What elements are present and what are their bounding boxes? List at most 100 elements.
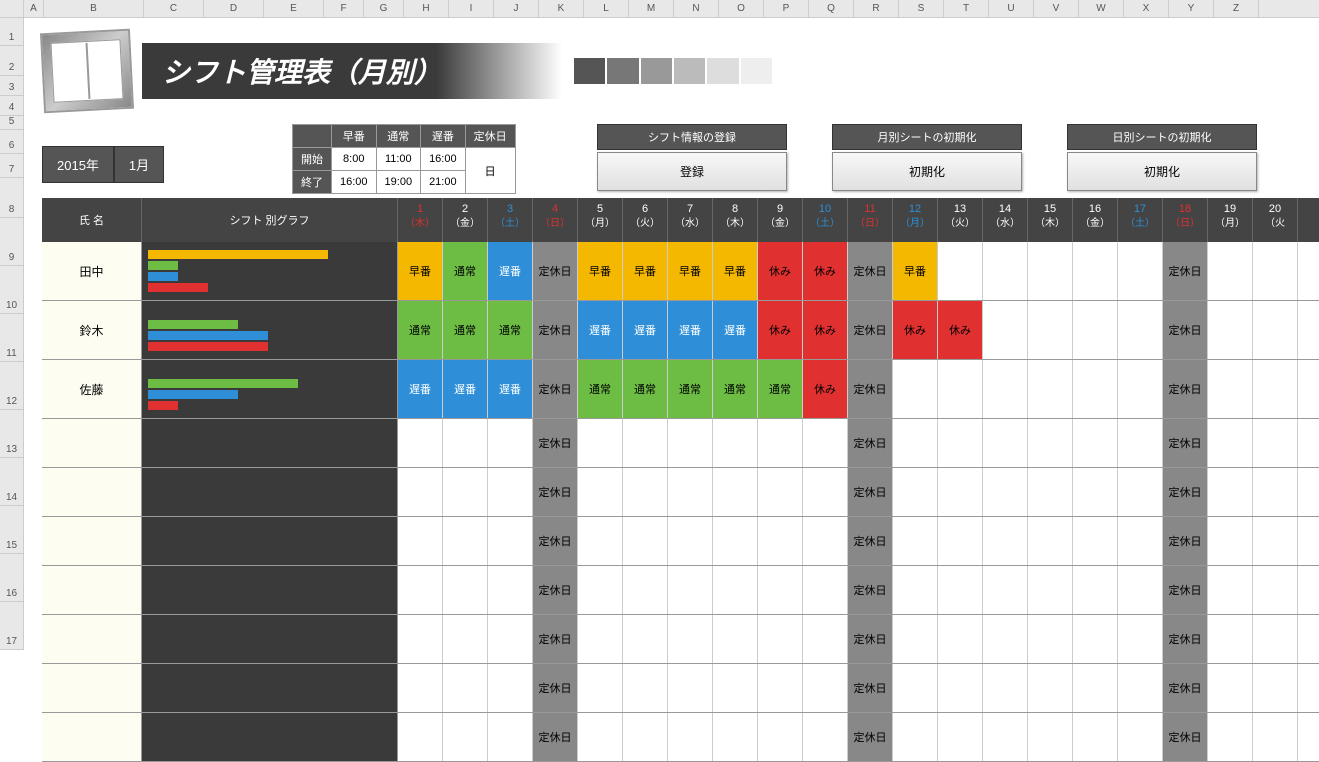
- shift-cell[interactable]: 早番: [893, 242, 938, 300]
- shift-cell[interactable]: [983, 664, 1028, 712]
- shift-cell[interactable]: [1028, 301, 1073, 359]
- shift-cell[interactable]: [1253, 713, 1298, 761]
- shift-cell[interactable]: 定休日: [848, 615, 893, 663]
- shift-cell[interactable]: 定休日: [848, 468, 893, 516]
- employee-name[interactable]: [42, 517, 142, 565]
- shift-cell[interactable]: [488, 517, 533, 565]
- register-button[interactable]: 登録: [597, 152, 787, 191]
- shift-cell[interactable]: [1073, 242, 1118, 300]
- shift-cell[interactable]: 定休日: [533, 242, 578, 300]
- shift-cell[interactable]: [1028, 615, 1073, 663]
- shift-cell[interactable]: [758, 713, 803, 761]
- shift-cell[interactable]: [1073, 468, 1118, 516]
- shift-cell[interactable]: [983, 517, 1028, 565]
- shift-cell[interactable]: [578, 615, 623, 663]
- shift-cell[interactable]: 遅番: [398, 360, 443, 418]
- shift-cell[interactable]: [1118, 517, 1163, 565]
- shift-cell[interactable]: [1208, 360, 1253, 418]
- shift-cell[interactable]: [1208, 517, 1253, 565]
- shift-cell[interactable]: 定休日: [848, 713, 893, 761]
- shift-cell[interactable]: [983, 713, 1028, 761]
- shift-cell[interactable]: [623, 566, 668, 614]
- shift-cell[interactable]: 定休日: [848, 360, 893, 418]
- shift-cell[interactable]: 休み: [803, 360, 848, 418]
- shift-cell[interactable]: [1118, 615, 1163, 663]
- start-early[interactable]: 8:00: [332, 148, 377, 171]
- shift-cell[interactable]: [1118, 468, 1163, 516]
- shift-cell[interactable]: [1208, 664, 1253, 712]
- shift-cell[interactable]: [1118, 419, 1163, 467]
- shift-cell[interactable]: 通常: [398, 301, 443, 359]
- shift-cell[interactable]: [938, 419, 983, 467]
- shift-cell[interactable]: [1253, 360, 1298, 418]
- year-box[interactable]: 2015年: [42, 146, 114, 183]
- shift-cell[interactable]: [1118, 713, 1163, 761]
- shift-cell[interactable]: 定休日: [533, 664, 578, 712]
- shift-cell[interactable]: [1208, 419, 1253, 467]
- shift-cell[interactable]: [668, 615, 713, 663]
- shift-cell[interactable]: [1208, 566, 1253, 614]
- shift-cell[interactable]: [1073, 664, 1118, 712]
- shift-cell[interactable]: [488, 615, 533, 663]
- shift-cell[interactable]: 休み: [893, 301, 938, 359]
- shift-cell[interactable]: 休み: [803, 301, 848, 359]
- shift-cell[interactable]: [578, 713, 623, 761]
- shift-cell[interactable]: [893, 664, 938, 712]
- shift-cell[interactable]: [443, 713, 488, 761]
- shift-cell[interactable]: [668, 468, 713, 516]
- shift-cell[interactable]: [1118, 242, 1163, 300]
- employee-name[interactable]: [42, 468, 142, 516]
- shift-cell[interactable]: [938, 615, 983, 663]
- shift-cell[interactable]: 早番: [713, 242, 758, 300]
- shift-cell[interactable]: 休み: [758, 301, 803, 359]
- shift-cell[interactable]: [623, 517, 668, 565]
- init-month-button[interactable]: 初期化: [832, 152, 1022, 191]
- shift-cell[interactable]: [623, 419, 668, 467]
- shift-cell[interactable]: 早番: [668, 242, 713, 300]
- shift-cell[interactable]: [668, 566, 713, 614]
- shift-cell[interactable]: [893, 468, 938, 516]
- shift-cell[interactable]: [803, 615, 848, 663]
- shift-cell[interactable]: 定休日: [533, 517, 578, 565]
- shift-cell[interactable]: 定休日: [533, 615, 578, 663]
- shift-cell[interactable]: [1073, 566, 1118, 614]
- shift-cell[interactable]: [1028, 360, 1073, 418]
- shift-cell[interactable]: [1073, 713, 1118, 761]
- shift-cell[interactable]: [398, 615, 443, 663]
- shift-cell[interactable]: 通常: [668, 360, 713, 418]
- shift-cell[interactable]: [668, 664, 713, 712]
- shift-cell[interactable]: [1253, 242, 1298, 300]
- start-normal[interactable]: 11:00: [376, 148, 421, 171]
- employee-name[interactable]: [42, 664, 142, 712]
- shift-cell[interactable]: 定休日: [848, 301, 893, 359]
- shift-cell[interactable]: [1253, 301, 1298, 359]
- shift-cell[interactable]: [938, 468, 983, 516]
- shift-cell[interactable]: 定休日: [533, 566, 578, 614]
- shift-cell[interactable]: 定休日: [533, 468, 578, 516]
- shift-cell[interactable]: [983, 360, 1028, 418]
- start-late[interactable]: 16:00: [421, 148, 466, 171]
- shift-cell[interactable]: [758, 615, 803, 663]
- shift-cell[interactable]: [1253, 566, 1298, 614]
- shift-cell[interactable]: [758, 419, 803, 467]
- shift-cell[interactable]: [758, 517, 803, 565]
- shift-cell[interactable]: [758, 468, 803, 516]
- shift-cell[interactable]: [893, 360, 938, 418]
- shift-cell[interactable]: 通常: [758, 360, 803, 418]
- shift-cell[interactable]: [893, 615, 938, 663]
- shift-cell[interactable]: [398, 517, 443, 565]
- end-late[interactable]: 21:00: [421, 171, 466, 194]
- shift-cell[interactable]: 遅番: [488, 360, 533, 418]
- shift-cell[interactable]: 定休日: [1163, 301, 1208, 359]
- shift-cell[interactable]: [1073, 360, 1118, 418]
- shift-cell[interactable]: [1028, 468, 1073, 516]
- shift-cell[interactable]: [1118, 566, 1163, 614]
- shift-cell[interactable]: 遅番: [488, 242, 533, 300]
- shift-cell[interactable]: [1253, 419, 1298, 467]
- shift-cell[interactable]: [938, 664, 983, 712]
- shift-cell[interactable]: [803, 468, 848, 516]
- shift-cell[interactable]: [713, 664, 758, 712]
- shift-cell[interactable]: [1118, 360, 1163, 418]
- shift-cell[interactable]: 定休日: [1163, 360, 1208, 418]
- shift-cell[interactable]: [803, 566, 848, 614]
